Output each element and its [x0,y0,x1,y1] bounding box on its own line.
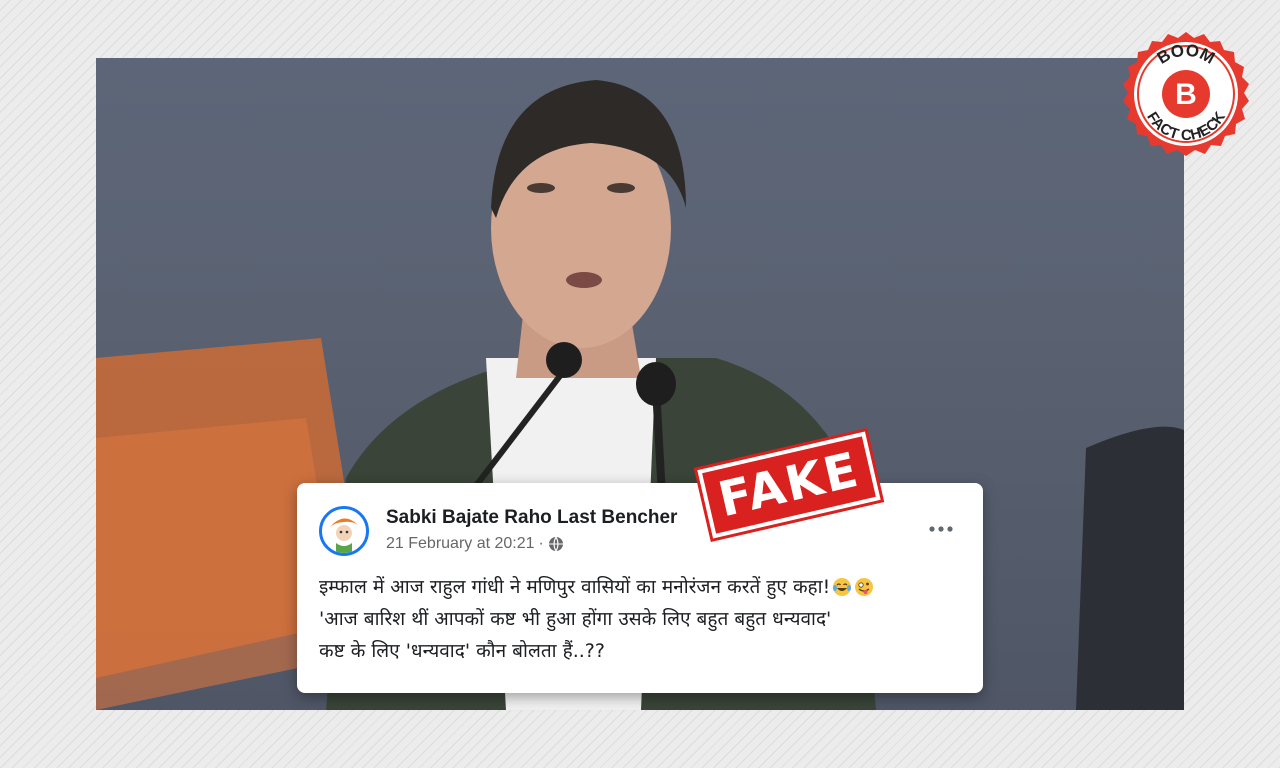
post-line-2-text: 'आज बारिश थीं आपकों कष्ट भी हुआ होंगा उस… [319,608,832,630]
author-name[interactable]: Sabki Bajate Raho Last Bencher [386,507,677,529]
post-line-3-text: कष्ट के लिए 'धन्यवाद' कौन बोलता हैं..?? [319,640,605,662]
post-line-1-text: इम्फाल में आज राहुल गांधी ने मणिपुर वासि… [319,576,831,598]
boom-fact-check-logo: BOOM B FACT CHECK [1114,22,1258,166]
badge-letter: B [1175,78,1197,111]
more-options-button[interactable] [927,515,955,543]
meta-separator: · [538,535,544,552]
post-line-1: इम्फाल में आज राहुल गांधी ने मणिपुर वासि… [319,571,969,603]
face-with-tears-of-joy-icon [833,578,852,596]
zany-face-icon [855,578,874,596]
more-options-icon [929,526,953,532]
globe-icon [548,536,563,552]
post-text: इम्फाल में आज राहुल गांधी ने मणिपुर वासि… [319,571,969,667]
post-timestamp[interactable]: 21 February at 20:21 [386,535,535,553]
post-meta: 21 February at 20:21 · [386,535,564,553]
facebook-post-card: Sabki Bajate Raho Last Bencher 21 Februa… [297,483,983,693]
avatar-illustration [322,509,366,553]
boom-badge-graphic: BOOM B FACT CHECK [1123,32,1249,156]
post-line-2: 'आज बारिश थीं आपकों कष्ट भी हुआ होंगा उस… [319,603,969,635]
post-line-3: कष्ट के लिए 'धन्यवाद' कौन बोलता हैं..?? [319,635,969,667]
author-avatar[interactable] [319,506,369,556]
